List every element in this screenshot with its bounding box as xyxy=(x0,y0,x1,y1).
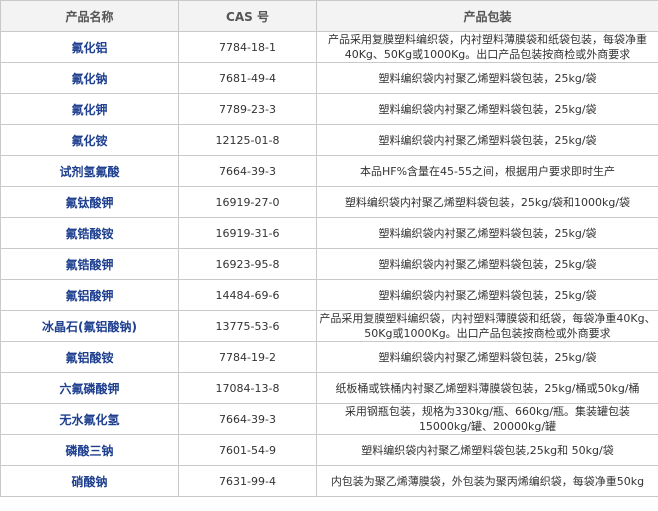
product-name-cell: 氟锆酸铵 xyxy=(0,217,179,249)
cas-number-cell: 12125-01-8 xyxy=(178,124,317,156)
table-row: 氟化钾 7789-23-3 塑料编织袋内衬聚乙烯塑料袋包装，25kg/袋 xyxy=(0,93,658,125)
packaging-cell: 塑料编织袋内衬聚乙烯塑料袋包装，25kg/袋 xyxy=(316,93,658,125)
packaging-cell: 产品采用复膜塑料编织袋，内衬塑料薄膜袋和纸袋，每袋净重40Kg、50Kg或100… xyxy=(316,310,658,342)
table-row: 氟钛酸钾 16919-27-0 塑料编织袋内衬聚乙烯塑料袋包装，25kg/袋和100… xyxy=(0,186,658,218)
table-row: 氟铝酸钾 14484-69-6 塑料编织袋内衬聚乙烯塑料袋包装，25kg/袋 xyxy=(0,279,658,311)
cas-number-cell: 13775-53-6 xyxy=(178,310,317,342)
packaging-cell: 塑料编织袋内衬聚乙烯塑料袋包装，25kg/袋 xyxy=(316,341,658,373)
product-name-cell: 试剂氢氟酸 xyxy=(0,155,179,187)
product-name-cell: 硝酸钠 xyxy=(0,465,179,497)
table-row: 氟铝酸铵 7784-19-2 塑料编织袋内衬聚乙烯塑料袋包装，25kg/袋 xyxy=(0,341,658,373)
product-name-cell: 无水氟化氢 xyxy=(0,403,179,435)
product-name-cell: 氟铝酸铵 xyxy=(0,341,179,373)
table-row: 磷酸三钠 7601-54-9 塑料编织袋内衬聚乙烯塑料袋包装,25kg和 50kg/… xyxy=(0,434,658,466)
product-name-cell: 氟铝酸钾 xyxy=(0,279,179,311)
table-row: 试剂氢氟酸 7664-39-3 本品HF%含量在45-55之间，根据用户要求即时生产 xyxy=(0,155,658,187)
cas-number-cell: 16923-95-8 xyxy=(178,248,317,280)
packaging-cell: 塑料编织袋内衬聚乙烯塑料袋包装，25kg/袋 xyxy=(316,124,658,156)
packaging-cell: 塑料编织袋内衬聚乙烯塑料袋包装，25kg/袋 xyxy=(316,279,658,311)
cas-number-cell: 7784-19-2 xyxy=(178,341,317,373)
packaging-cell: 塑料编织袋内衬聚乙烯塑料袋包装，25kg/袋 xyxy=(316,248,658,280)
table-row: 氟化钠 7681-49-4 塑料编织袋内衬聚乙烯塑料袋包装，25kg/袋 xyxy=(0,62,658,94)
header-product-name: 产品名称 xyxy=(0,0,179,32)
product-name-cell: 氟钛酸钾 xyxy=(0,186,179,218)
cas-number-cell: 7631-99-4 xyxy=(178,465,317,497)
packaging-cell: 塑料编织袋内衬聚乙烯塑料袋包装，25kg/袋和1000kg/袋 xyxy=(316,186,658,218)
table-row: 氟锆酸钾 16923-95-8 塑料编织袋内衬聚乙烯塑料袋包装，25kg/袋 xyxy=(0,248,658,280)
product-name-cell: 氟化铝 xyxy=(0,31,179,63)
packaging-cell: 内包装为聚乙烯薄膜袋，外包装为聚丙烯编织袋，每袋净重50kg xyxy=(316,465,658,497)
packaging-cell: 塑料编织袋内衬聚乙烯塑料袋包装,25kg和 50kg/袋 xyxy=(316,434,658,466)
product-name-cell: 磷酸三钠 xyxy=(0,434,179,466)
packaging-cell: 塑料编织袋内衬聚乙烯塑料袋包装，25kg/袋 xyxy=(316,62,658,94)
table-header: 产品名称 CAS 号 产品包装 xyxy=(0,0,658,32)
packaging-cell: 塑料编织袋内衬聚乙烯塑料袋包装，25kg/袋 xyxy=(316,217,658,249)
product-name-cell: 氟化铵 xyxy=(0,124,179,156)
packaging-cell: 纸板桶或铁桶内衬聚乙烯塑料薄膜袋包装，25kg/桶或50kg/桶 xyxy=(316,372,658,404)
packaging-cell: 本品HF%含量在45-55之间，根据用户要求即时生产 xyxy=(316,155,658,187)
cas-number-cell: 16919-31-6 xyxy=(178,217,317,249)
table-row: 氟化铝 7784-18-1 产品采用复膜塑料编织袋，内衬塑料薄膜袋和纸袋包装，每袋净… xyxy=(0,31,658,63)
cas-number-cell: 7681-49-4 xyxy=(178,62,317,94)
cas-number-cell: 7789-23-3 xyxy=(178,93,317,125)
cas-number-cell: 7664-39-3 xyxy=(178,155,317,187)
table-row: 氟锆酸铵 16919-31-6 塑料编织袋内衬聚乙烯塑料袋包装，25kg/袋 xyxy=(0,217,658,249)
header-row: 产品名称 CAS 号 产品包装 xyxy=(0,0,658,32)
product-name-cell: 六氟磷酸钾 xyxy=(0,372,179,404)
table-row: 硝酸钠 7631-99-4 内包装为聚乙烯薄膜袋，外包装为聚丙烯编织袋，每袋净重50… xyxy=(0,465,658,497)
cas-number-cell: 14484-69-6 xyxy=(178,279,317,311)
cas-number-cell: 7784-18-1 xyxy=(178,31,317,63)
table-row: 冰晶石(氟铝酸钠) 13775-53-6 产品采用复膜塑料编织袋，内衬塑料薄膜袋和纸… xyxy=(0,310,658,342)
product-name-cell: 氟化钠 xyxy=(0,62,179,94)
product-table: 产品名称 CAS 号 产品包装 氟化铝 7784-18-1 产品采用复膜塑料编织袋，… xyxy=(0,0,658,497)
header-cas-number: CAS 号 xyxy=(178,0,317,32)
table-row: 无水氟化氢 7664-39-3 采用钢瓶包装，规格为330kg/瓶、660kg/瓶。… xyxy=(0,403,658,435)
table-row: 六氟磷酸钾 17084-13-8 纸板桶或铁桶内衬聚乙烯塑料薄膜袋包装，25kg/桶… xyxy=(0,372,658,404)
table-body: 氟化铝 7784-18-1 产品采用复膜塑料编织袋，内衬塑料薄膜袋和纸袋包装，每袋净… xyxy=(0,31,658,497)
product-name-cell: 氟化钾 xyxy=(0,93,179,125)
cas-number-cell: 17084-13-8 xyxy=(178,372,317,404)
packaging-cell: 产品采用复膜塑料编织袋，内衬塑料薄膜袋和纸袋包装，每袋净重40Kg、50Kg或1… xyxy=(316,31,658,63)
header-packaging: 产品包装 xyxy=(316,0,658,32)
product-name-cell: 氟锆酸钾 xyxy=(0,248,179,280)
cas-number-cell: 7601-54-9 xyxy=(178,434,317,466)
product-name-cell: 冰晶石(氟铝酸钠) xyxy=(0,310,179,342)
cas-number-cell: 16919-27-0 xyxy=(178,186,317,218)
table-row: 氟化铵 12125-01-8 塑料编织袋内衬聚乙烯塑料袋包装，25kg/袋 xyxy=(0,124,658,156)
cas-number-cell: 7664-39-3 xyxy=(178,403,317,435)
packaging-cell: 采用钢瓶包装，规格为330kg/瓶、660kg/瓶。集装罐包装15000kg/罐… xyxy=(316,403,658,435)
